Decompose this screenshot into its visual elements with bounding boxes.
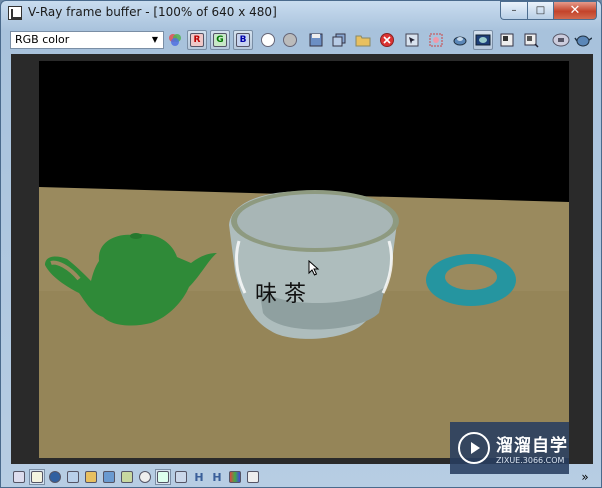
clear-image-button[interactable] <box>377 30 397 50</box>
statusbar-button-9[interactable] <box>155 469 171 485</box>
view-channel-button[interactable] <box>165 30 185 50</box>
link-icon <box>453 36 467 46</box>
close-button[interactable]: ✕ <box>553 1 597 20</box>
watermark-sub: ZIXUE.3066.COM <box>496 456 565 465</box>
window-title: V-Ray frame buffer - [100% of 640 x 480] <box>28 5 277 19</box>
green-channel-button[interactable]: G <box>210 30 230 50</box>
torus-object <box>426 254 516 306</box>
view-icon <box>157 471 169 483</box>
document-icon <box>31 471 43 483</box>
h-label-2: H <box>212 470 222 484</box>
rgb-circles-icon <box>169 34 181 46</box>
channel-select[interactable]: RGB color ▼ <box>10 31 164 49</box>
stop-render-icon <box>552 33 570 47</box>
settings-icon <box>247 471 259 483</box>
h-label-1: H <box>194 470 204 484</box>
gray-circle-icon <box>283 33 297 47</box>
duplicate-vfb-icon <box>332 33 346 47</box>
lens-effects-button[interactable] <box>473 30 493 50</box>
render-viewport[interactable]: 味 茶 <box>11 54 593 464</box>
statusbar-button-4[interactable] <box>65 469 81 485</box>
expand-icon: » <box>581 470 589 484</box>
cup-calligraphy: 味 茶 <box>255 282 306 307</box>
green-channel-icon: G <box>213 33 227 47</box>
track-mouse-icon <box>405 33 419 47</box>
window-controls: – □ ✕ <box>500 1 597 21</box>
statusbar-button-5[interactable] <box>83 469 99 485</box>
title-bar[interactable]: V-Ray frame buffer - [100% of 640 x 480]… <box>1 1 601 25</box>
app-icon <box>8 6 22 20</box>
folder-icon <box>355 35 371 47</box>
statusbar-button-2[interactable] <box>29 469 45 485</box>
minimize-button[interactable]: – <box>500 1 527 20</box>
maximize-button[interactable]: □ <box>527 1 553 20</box>
watermark-main: 溜溜自学 <box>496 436 568 456</box>
color-corrections-button[interactable] <box>497 30 517 50</box>
statusbar-button-6[interactable] <box>101 469 117 485</box>
save-image-icon <box>309 33 323 47</box>
render-button[interactable] <box>573 30 593 50</box>
blue-channel-button[interactable]: B <box>233 30 253 50</box>
mono-display-button[interactable] <box>280 30 300 50</box>
statusbar-button-10[interactable] <box>173 469 189 485</box>
pencil-icon <box>121 471 133 483</box>
window-icon <box>13 471 25 483</box>
white-display-button[interactable] <box>258 30 278 50</box>
duplicate-vfb-button[interactable] <box>329 30 349 50</box>
rendered-image: 味 茶 <box>39 61 569 458</box>
blue-channel-icon: B <box>236 33 250 47</box>
color-picker-icon <box>85 471 97 483</box>
white-circle-icon <box>261 33 275 47</box>
statusbar-button-3[interactable] <box>47 469 63 485</box>
statusbar-button-7[interactable] <box>119 469 135 485</box>
teapot-render-icon <box>574 35 592 47</box>
lens-effects-icon <box>475 34 491 46</box>
stop-render-button[interactable] <box>551 30 571 50</box>
gear-icon <box>139 471 151 483</box>
red-channel-icon: R <box>190 33 204 47</box>
watermark-badge: 溜溜自学 ZIXUE.3066.COM <box>450 422 569 474</box>
history-icon <box>524 33 539 48</box>
levels-icon <box>67 471 79 483</box>
statusbar-button-14[interactable] <box>245 469 261 485</box>
color-bars-icon <box>229 471 241 483</box>
color-corrections-icon <box>500 33 514 47</box>
link-button[interactable] <box>450 30 470 50</box>
region-render-button[interactable] <box>426 30 446 50</box>
track-mouse-button[interactable] <box>402 30 422 50</box>
curve-icon <box>103 471 115 483</box>
region-render-icon <box>429 33 443 47</box>
h-button-1[interactable]: H <box>191 469 207 485</box>
vfb-toolbar: RGB color ▼ R G B <box>7 29 597 51</box>
save-image-button[interactable] <box>306 30 326 50</box>
expand-button[interactable]: » <box>577 469 593 485</box>
clear-image-icon <box>380 33 394 47</box>
info-icon <box>49 471 61 483</box>
statusbar-button-1[interactable] <box>11 469 27 485</box>
chevron-down-icon: ▼ <box>151 35 159 44</box>
channel-select-value: RGB color <box>15 33 70 46</box>
statusbar-button-13[interactable] <box>227 469 243 485</box>
statusbar-button-8[interactable] <box>137 469 153 485</box>
vray-frame-buffer-window: V-Ray frame buffer - [100% of 640 x 480]… <box>0 0 602 488</box>
red-channel-button[interactable]: R <box>187 30 207 50</box>
mouse-cursor-icon <box>308 260 320 276</box>
h-button-2[interactable]: H <box>209 469 225 485</box>
play-logo-icon <box>458 432 490 464</box>
load-image-button[interactable] <box>353 30 373 50</box>
grid-icon <box>175 471 187 483</box>
history-button[interactable] <box>521 30 541 50</box>
watermark-text: 溜溜自学 ZIXUE.3066.COM <box>496 431 568 465</box>
